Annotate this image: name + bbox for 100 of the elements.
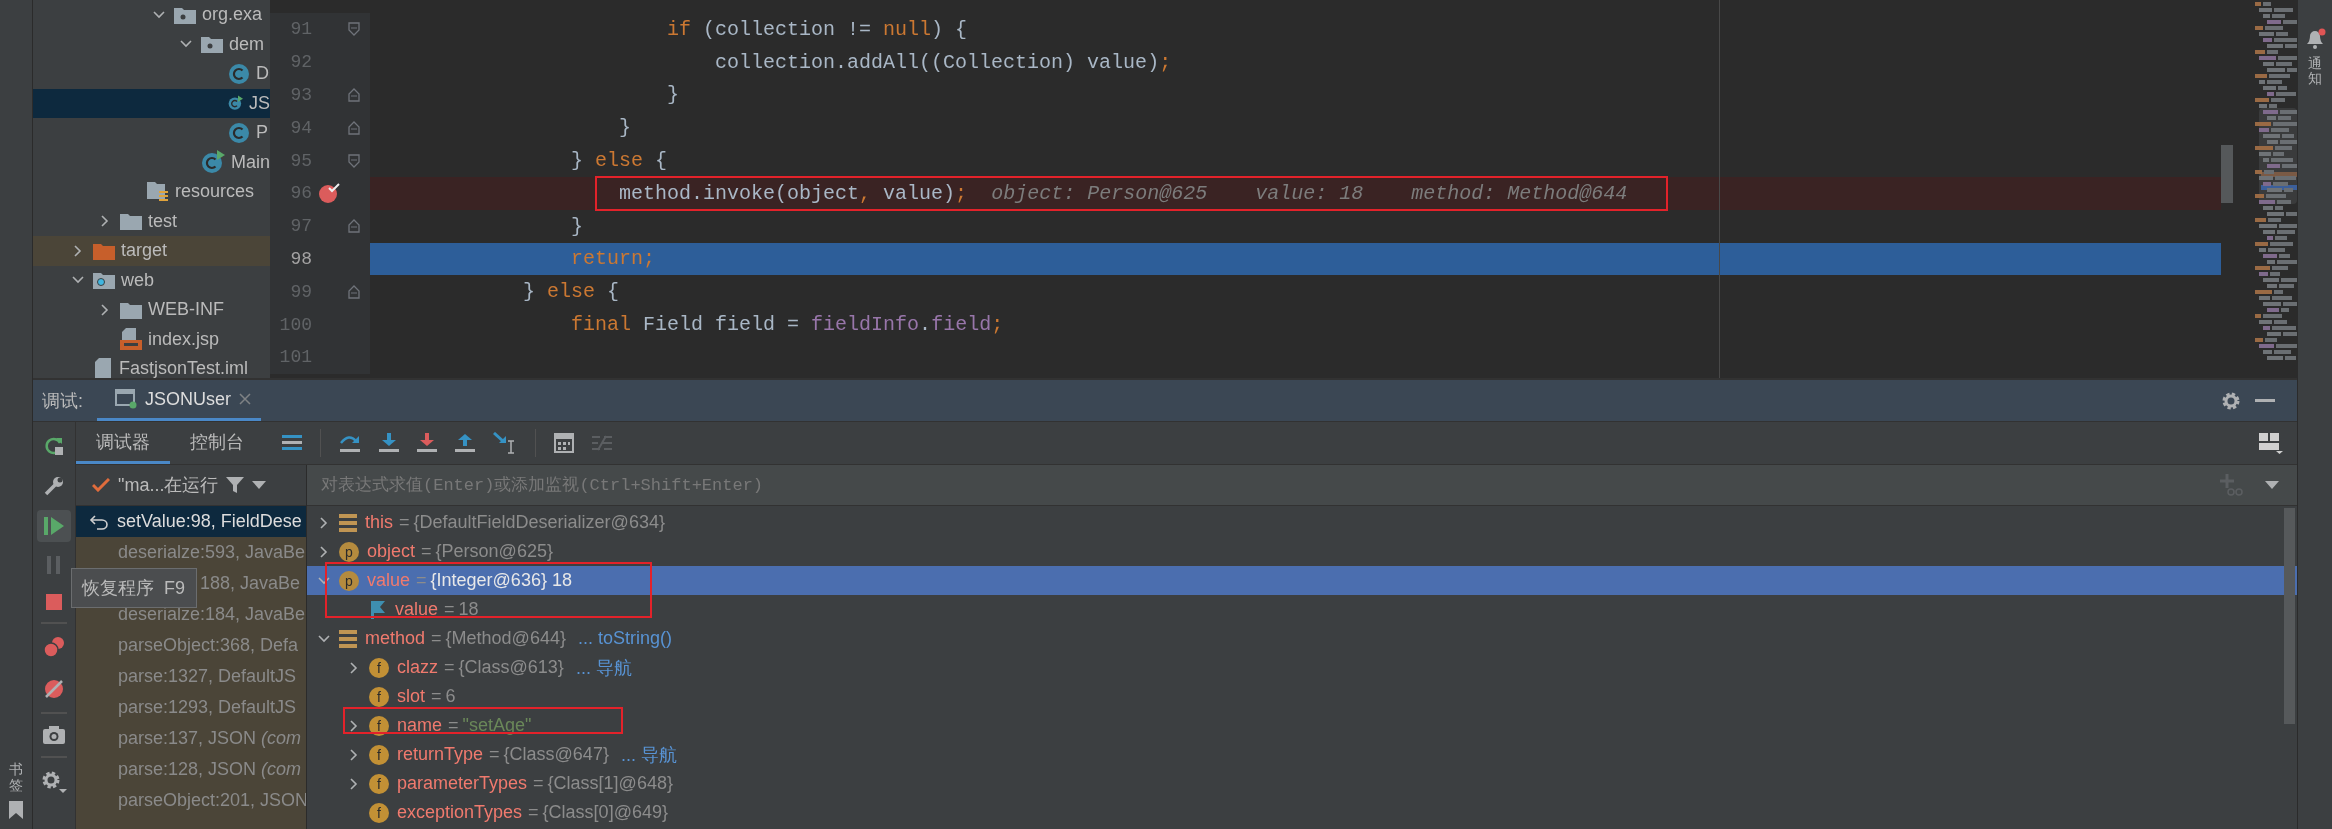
member-badge-icon: f: [369, 773, 389, 794]
fold-icon[interactable]: [348, 22, 360, 37]
variable-row[interactable]: method = {Method@644} ... toString(): [307, 624, 2297, 653]
tree-item[interactable]: JS: [33, 88, 270, 118]
tree-item[interactable]: WEB-INF: [33, 295, 270, 325]
code-line: method.invoke(object, value);: [618, 181, 968, 205]
fold-icon[interactable]: [348, 153, 360, 168]
dropdown-caret-icon[interactable]: [252, 481, 267, 489]
stack-frame[interactable]: parse:128, JSON (com: [76, 754, 306, 785]
force-step-into-icon[interactable]: [417, 433, 437, 453]
breakpoints-icon[interactable]: [43, 636, 65, 658]
stack-icon: [339, 513, 359, 532]
resources-folder-icon: [147, 180, 169, 203]
debugger-tab[interactable]: 控制台: [170, 422, 264, 464]
wrench-icon[interactable]: [44, 476, 64, 496]
dropdown-caret-icon[interactable]: [2265, 481, 2279, 489]
tree-item[interactable]: index.jsp: [33, 324, 270, 354]
stack-frame[interactable]: parse:1293, DefaultJS: [76, 692, 306, 723]
variable-row[interactable]: f name = "setAge": [307, 711, 2297, 740]
navigate-link[interactable]: ... 导航: [620, 742, 677, 767]
code-line: if (collection != null) {: [666, 17, 968, 41]
jsp-file-icon: [120, 328, 142, 351]
stack-frame[interactable]: deserialze:593, JavaBe: [76, 537, 306, 568]
folder-icon: [120, 212, 142, 231]
variable-row[interactable]: f clazz = {Class@613} ... 导航: [307, 653, 2297, 682]
fold-icon[interactable]: [348, 120, 360, 135]
mute-breakpoints-icon[interactable]: [43, 678, 65, 700]
variable-row[interactable]: p object = {Person@625}: [307, 537, 2297, 566]
minimize-icon[interactable]: [2255, 398, 2275, 403]
layout-icon[interactable]: [282, 434, 302, 452]
bookmark-icon[interactable]: [8, 801, 24, 819]
notification-bell-icon[interactable]: [2304, 28, 2326, 50]
tree-item[interactable]: D: [33, 59, 270, 89]
step-into-icon[interactable]: [379, 433, 399, 453]
variable-row[interactable]: value = 18: [307, 595, 2297, 624]
settings-icon[interactable]: [2221, 390, 2241, 411]
debug-panel-title: 调试:: [42, 389, 83, 413]
tree-item[interactable]: dem: [33, 29, 270, 59]
variable-row[interactable]: this = {DefaultFieldDeserializer@634}: [307, 508, 2297, 537]
resume-icon: [43, 516, 65, 536]
settings-icon[interactable]: [41, 770, 67, 794]
step-out-icon[interactable]: [455, 433, 475, 453]
stack-frame[interactable]: parse:137, JSON (com: [76, 723, 306, 754]
navigate-link[interactable]: ... toString(): [577, 628, 672, 649]
package-icon: [201, 35, 223, 54]
variable-row[interactable]: p value = {Integer@636} 18: [307, 566, 2297, 595]
scrollbar[interactable]: [2284, 508, 2295, 724]
calculator-icon[interactable]: [554, 433, 574, 453]
camera-icon[interactable]: [43, 726, 65, 744]
member-badge-icon: f: [369, 744, 389, 765]
variable-row[interactable]: f returnType = {Class@647} ... 导航: [307, 740, 2297, 769]
notifications-tab[interactable]: 通知: [2308, 56, 2322, 87]
member-badge-icon: f: [369, 657, 389, 678]
runnable-class-icon: [201, 150, 225, 175]
stack-frame[interactable]: parseObject:368, Defa: [76, 630, 306, 661]
tree-item[interactable]: FastjsonTest.iml: [33, 354, 270, 378]
resume-button[interactable]: [37, 510, 71, 542]
fold-icon[interactable]: [348, 284, 360, 299]
class-icon: [228, 62, 250, 85]
code-line: }: [618, 116, 632, 140]
return-arrow-icon: [89, 513, 109, 530]
session-tab[interactable]: JSONUser: [97, 380, 262, 421]
layout-settings-icon[interactable]: [2259, 432, 2283, 454]
fold-icon[interactable]: [348, 88, 360, 102]
variable-row[interactable]: f parameterTypes = {Class[1]@648}: [307, 769, 2297, 798]
code-line: final Field field = fieldInfo.field;: [570, 313, 1004, 337]
folder-icon: [93, 241, 115, 260]
navigate-link[interactable]: ... 导航: [575, 655, 632, 680]
stack-frame[interactable]: parse:1327, DefaultJS: [76, 661, 306, 692]
code-line: }: [570, 214, 584, 238]
tooltip: 恢复程序 F9: [71, 568, 197, 608]
code-line: } else {: [570, 149, 668, 173]
variable-row[interactable]: f exceptionTypes = {Class[0]@649}: [307, 798, 2297, 827]
tree-item[interactable]: P: [33, 118, 270, 148]
tree-item[interactable]: web: [33, 265, 270, 295]
file-icon: [93, 357, 113, 378]
debugger-tab[interactable]: 调试器: [76, 422, 170, 464]
code-line: }: [666, 83, 680, 107]
stack-frame[interactable]: parseObject:201, JSON: [76, 785, 306, 816]
inline-value-hint: object: Person@625 value: 18 method: Method@644: [991, 181, 1628, 205]
folder-icon: [120, 300, 142, 319]
filter-icon[interactable]: [226, 476, 245, 494]
tree-item[interactable]: resources: [33, 177, 270, 207]
run-to-cursor-icon[interactable]: [493, 432, 517, 454]
checkmark-icon: [92, 478, 110, 492]
variable-row[interactable]: f slot = 6: [307, 682, 2297, 711]
bookmarks-tab[interactable]: 书签: [9, 762, 23, 793]
fold-icon[interactable]: [348, 219, 360, 234]
web-folder-icon: [93, 271, 115, 290]
rerun-icon[interactable]: [44, 436, 64, 456]
stack-icon: [339, 629, 359, 648]
tree-item[interactable]: target: [33, 236, 270, 266]
step-over-icon[interactable]: [339, 433, 361, 453]
tree-item[interactable]: org.exa: [33, 0, 270, 30]
member-badge-icon: f: [369, 715, 389, 736]
tree-item[interactable]: test: [33, 206, 270, 236]
tree-item[interactable]: Main: [33, 147, 270, 177]
close-icon[interactable]: [239, 393, 252, 405]
breakpoint-icon[interactable]: [318, 182, 342, 205]
stack-frame[interactable]: setValue:98, FieldDese: [76, 506, 306, 537]
